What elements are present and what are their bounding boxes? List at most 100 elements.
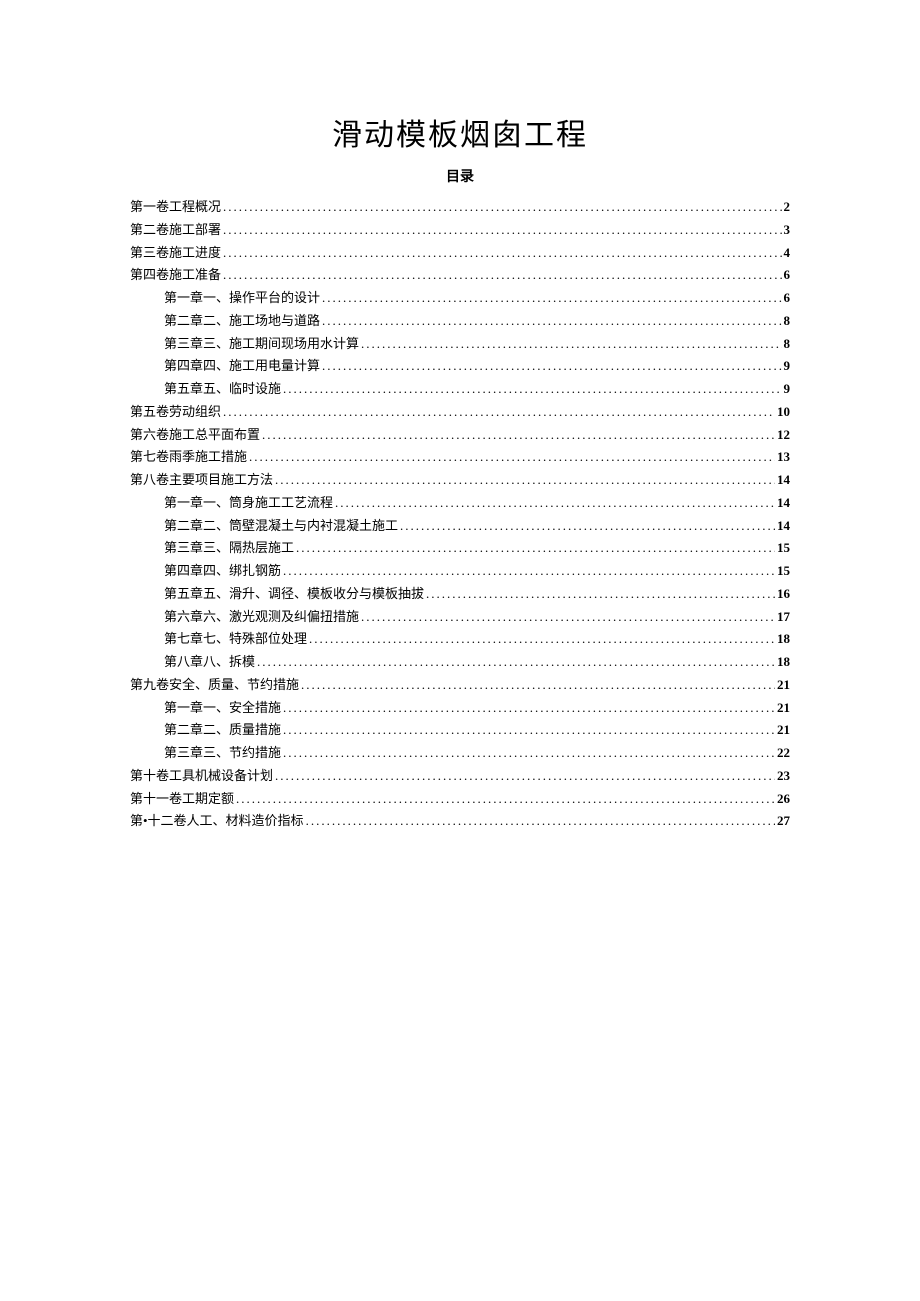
toc-entry: 第五卷劳动组织10	[130, 401, 790, 424]
toc-dots	[223, 219, 781, 242]
toc-entry-page: 23	[777, 765, 790, 788]
toc-entry: 第十一卷工期定额 26	[130, 788, 790, 811]
toc-entry-page: 18	[777, 651, 790, 674]
toc-dots	[283, 697, 775, 720]
toc-entry-page: 27	[777, 810, 790, 833]
toc-dots	[283, 719, 775, 742]
table-of-contents: 第一卷工程概况2第二卷施工部署 3第三卷施工进度4第四卷施工准备6第一章一、操作平…	[130, 196, 790, 833]
toc-entry-label: 第二卷施工部署	[130, 219, 221, 242]
toc-entry: 第五章五、临时设施 9	[130, 378, 790, 401]
toc-dots	[223, 242, 781, 265]
toc-dots	[223, 401, 775, 424]
toc-entry: 第二章二、筒壁混凝土与内衬混凝土施工14	[130, 515, 790, 538]
toc-entry-page: 6	[784, 264, 791, 287]
toc-entry-label: 第七卷雨季施工措施	[130, 446, 247, 469]
toc-entry: 第六章六、激光观测及纠偏扭措施 17	[130, 606, 790, 629]
toc-entry: 第三章三、隔热层施工15	[130, 537, 790, 560]
toc-dots	[223, 264, 781, 287]
toc-entry: 第二章二、施工场地与道路 8	[130, 310, 790, 333]
toc-entry-page: 21	[777, 719, 790, 742]
toc-entry: 第八章八、拆模 18	[130, 651, 790, 674]
toc-entry-label: 第一章一、安全措施	[164, 697, 281, 720]
toc-entry: 第三章三、节约措施22	[130, 742, 790, 765]
toc-entry-label: 第二章二、施工场地与道路	[164, 310, 320, 333]
toc-dots	[400, 515, 775, 538]
toc-dots	[309, 628, 775, 651]
toc-entry-page: 15	[777, 560, 790, 583]
toc-dots	[257, 651, 775, 674]
toc-dots	[426, 583, 775, 606]
toc-entry-label: 第五章五、临时设施	[164, 378, 281, 401]
toc-entry: 第七卷雨季施工措施 13	[130, 446, 790, 469]
toc-entry-label: 第九卷安全、质量、节约措施	[130, 674, 299, 697]
toc-entry: 第一章一、筒身施工工艺流程 14	[130, 492, 790, 515]
toc-entry-label: 第二章二、质量措施	[164, 719, 281, 742]
toc-entry-label: 第四章四、施工用电量计算	[164, 355, 320, 378]
toc-entry-page: 8	[784, 310, 791, 333]
toc-entry: 第一卷工程概况2	[130, 196, 790, 219]
toc-entry-label: 第一章一、筒身施工工艺流程	[164, 492, 333, 515]
toc-dots	[275, 765, 775, 788]
toc-entry-page: 14	[777, 492, 790, 515]
toc-entry-label: 第五卷劳动组织	[130, 401, 221, 424]
toc-dots	[306, 810, 775, 833]
toc-dots	[322, 287, 781, 310]
toc-heading: 目录	[130, 166, 790, 186]
toc-dots	[335, 492, 775, 515]
toc-entry-page: 12	[777, 424, 790, 447]
toc-dots	[262, 424, 775, 447]
toc-entry-page: 8	[784, 333, 791, 356]
toc-entry-page: 26	[777, 788, 790, 811]
document-title: 滑动模板烟囱工程	[130, 110, 790, 154]
toc-entry-page: 21	[777, 674, 790, 697]
toc-entry-page: 17	[777, 606, 790, 629]
toc-entry-page: 9	[784, 355, 791, 378]
toc-entry-label: 第三章三、节约措施	[164, 742, 281, 765]
toc-dots	[322, 355, 781, 378]
toc-entry-page: 9	[784, 378, 791, 401]
toc-entry-label: 第七章七、特殊部位处理	[164, 628, 307, 651]
toc-entry: 第十卷工具机械设备计划 23	[130, 765, 790, 788]
toc-entry: 第五章五、滑升、调径、模板收分与模板抽拔 16	[130, 583, 790, 606]
toc-entry-page: 21	[777, 697, 790, 720]
toc-entry: 第九卷安全、质量、节约措施 21	[130, 674, 790, 697]
toc-dots	[223, 196, 781, 219]
toc-entry-label: 第一卷工程概况	[130, 196, 221, 219]
toc-entry-label: 第八章八、拆模	[164, 651, 255, 674]
toc-entry-page: 16	[777, 583, 790, 606]
toc-entry-page: 14	[777, 469, 790, 492]
toc-entry: 第四卷施工准备6	[130, 264, 790, 287]
toc-entry-label: 第四章四、绑扎钢筋	[164, 560, 281, 583]
toc-entry: 第八卷主要项目施工方法 14	[130, 469, 790, 492]
toc-entry: 第三章三、施工期间现场用水计算 8	[130, 333, 790, 356]
toc-dots	[322, 310, 781, 333]
toc-entry-label: 第一章一、操作平台的设计	[164, 287, 320, 310]
toc-entry-label: 第十一卷工期定额	[130, 788, 234, 811]
toc-entry: 第四章四、施工用电量计算 9	[130, 355, 790, 378]
toc-entry-label: 第六章六、激光观测及纠偏扭措施	[164, 606, 359, 629]
toc-entry: 第三卷施工进度4	[130, 242, 790, 265]
toc-dots	[361, 606, 775, 629]
toc-entry: 第一章一、安全措施 21	[130, 697, 790, 720]
toc-dots	[283, 378, 781, 401]
toc-entry: 第七章七、特殊部位处理18	[130, 628, 790, 651]
toc-entry-page: 3	[784, 219, 791, 242]
toc-entry-label: 第六卷施工总平面布置	[130, 424, 260, 447]
toc-entry-label: 第•十二卷人工、材料造价指标	[130, 810, 304, 833]
toc-dots	[301, 674, 775, 697]
toc-dots	[236, 788, 775, 811]
toc-entry-label: 第五章五、滑升、调径、模板收分与模板抽拔	[164, 583, 424, 606]
toc-entry-page: 15	[777, 537, 790, 560]
toc-entry-label: 第三章三、施工期间现场用水计算	[164, 333, 359, 356]
toc-entry-page: 6	[784, 287, 791, 310]
toc-entry-label: 第二章二、筒壁混凝土与内衬混凝土施工	[164, 515, 398, 538]
toc-entry-label: 第三卷施工进度	[130, 242, 221, 265]
toc-entry-label: 第八卷主要项目施工方法	[130, 469, 273, 492]
toc-entry-label: 第十卷工具机械设备计划	[130, 765, 273, 788]
toc-entry: 第二卷施工部署 3	[130, 219, 790, 242]
toc-dots	[296, 537, 775, 560]
toc-entry: 第六卷施工总平面布置 12	[130, 424, 790, 447]
toc-entry-page: 13	[777, 446, 790, 469]
toc-entry: 第二章二、质量措施 21	[130, 719, 790, 742]
toc-dots	[361, 333, 781, 356]
